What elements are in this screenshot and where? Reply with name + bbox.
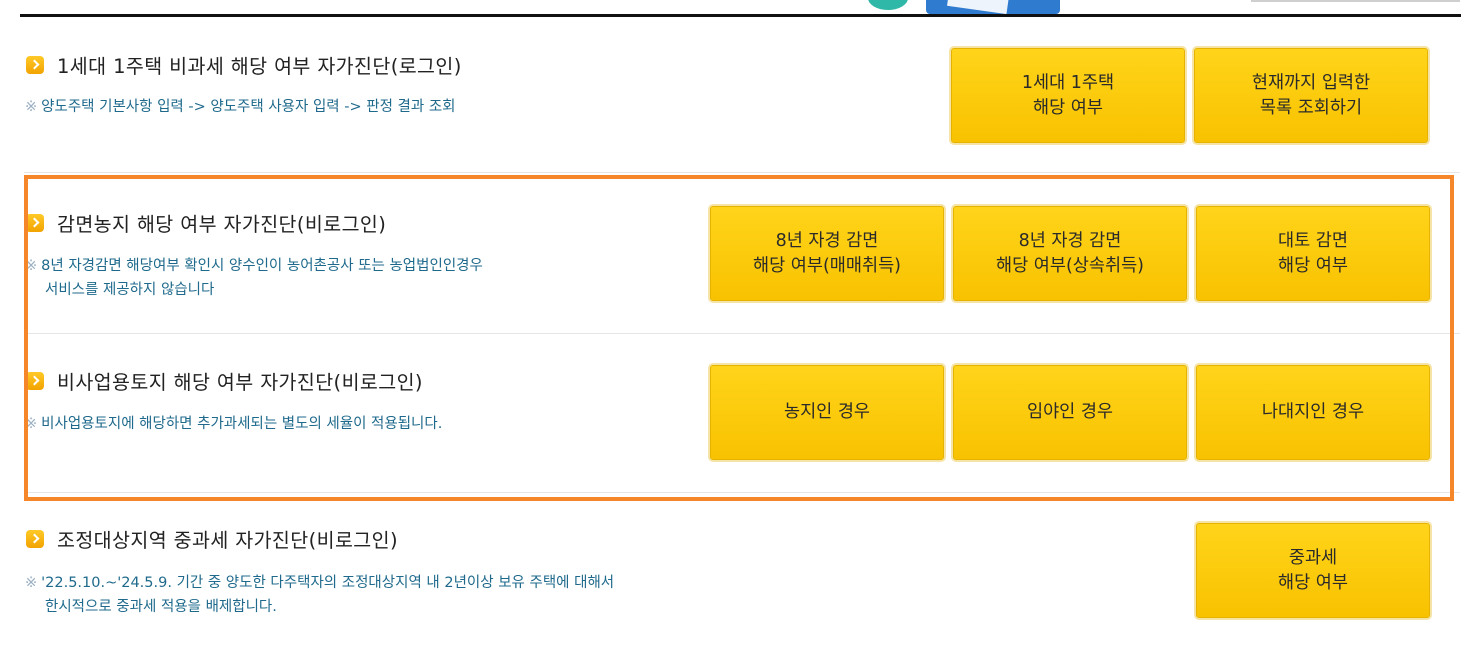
section-note: ※ '22.5.10.~'24.5.9. 기간 중 양도한 다주택자의 조정대상지… xyxy=(25,571,614,619)
section-title-row-2: 감면농지 해당 여부 자가진단(비로그인) xyxy=(26,208,386,237)
reference-mark: ※ xyxy=(25,575,38,591)
heavy-tax-check-button[interactable]: 중과세 해당 여부 xyxy=(1196,523,1430,618)
section-title: 조정대상지역 중과세 자가진단(비로그인) xyxy=(57,529,398,552)
reference-mark: ※ xyxy=(25,99,38,115)
section-note: ※ 비사업용토지에 해당하면 추가과세되는 별도의 세율이 적용됩니다. xyxy=(25,412,442,436)
land-replacement-button[interactable]: 대토 감면 해당 여부 xyxy=(1196,206,1430,301)
forest-case-button[interactable]: 임야인 경우 xyxy=(953,365,1187,460)
arrow-bullet-icon xyxy=(26,371,44,390)
note-line: 비사업용토지에 해당하면 추가과세되는 별도의 세율이 적용됩니다. xyxy=(41,416,443,432)
note-line: 서비스를 제공하지 않습니다 xyxy=(45,282,215,298)
section-title-row-3: 비사업용토지 해당 여부 자가진단(비로그인) xyxy=(26,366,423,395)
arrow-bullet-icon xyxy=(26,213,44,232)
single-house-check-button[interactable]: 1세대 1주택 해당 여부 xyxy=(951,48,1185,143)
section-title-row-1: 1세대 1주택 비과세 해당 여부 자가진단(로그인) xyxy=(26,50,462,79)
reference-mark: ※ xyxy=(25,258,38,274)
arrow-bullet-icon xyxy=(26,55,44,74)
section-title-row-4: 조정대상지역 중과세 자가진단(비로그인) xyxy=(26,524,398,553)
note-line: 양도주택 기본사항 입력 -> 양도주택 사용자 입력 -> 판정 결과 조회 xyxy=(41,99,456,115)
banner-illustration xyxy=(850,0,1060,14)
reference-mark: ※ xyxy=(25,416,38,432)
top-input-edge xyxy=(1251,0,1460,2)
note-line: '22.5.10.~'24.5.9. 기간 중 양도한 다주택자의 조정대상지역… xyxy=(41,575,615,591)
section-note: ※ 8년 자경감면 해당여부 확인시 양수인이 농어촌공사 또는 농업법인인경우 … xyxy=(25,254,483,302)
section-divider xyxy=(24,172,1460,173)
farmland-self-cultivation-purchase-button[interactable]: 8년 자경 감면 해당 여부(매매취득) xyxy=(710,206,944,301)
arrow-bullet-icon xyxy=(26,529,44,548)
note-line: 8년 자경감면 해당여부 확인시 양수인이 농어촌공사 또는 농업법인인경우 xyxy=(41,258,483,274)
note-line: 한시적으로 중과세 적용을 배제합니다. xyxy=(45,599,277,615)
top-divider xyxy=(20,14,1461,17)
section-title: 감면농지 해당 여부 자가진단(비로그인) xyxy=(57,213,387,236)
view-entered-list-button[interactable]: 현재까지 입력한 목록 조회하기 xyxy=(1194,48,1428,143)
vacant-lot-case-button[interactable]: 나대지인 경우 xyxy=(1196,365,1430,460)
section-title: 1세대 1주택 비과세 해당 여부 자가진단(로그인) xyxy=(57,55,462,78)
farmland-self-cultivation-inheritance-button[interactable]: 8년 자경 감면 해당 여부(상속취득) xyxy=(953,206,1187,301)
section-divider xyxy=(24,333,1460,334)
farmland-case-button[interactable]: 농지인 경우 xyxy=(710,365,944,460)
section-divider xyxy=(24,492,1460,493)
section-note: ※ 양도주택 기본사항 입력 -> 양도주택 사용자 입력 -> 판정 결과 조회 xyxy=(25,95,456,119)
section-title: 비사업용토지 해당 여부 자가진단(비로그인) xyxy=(57,371,423,394)
